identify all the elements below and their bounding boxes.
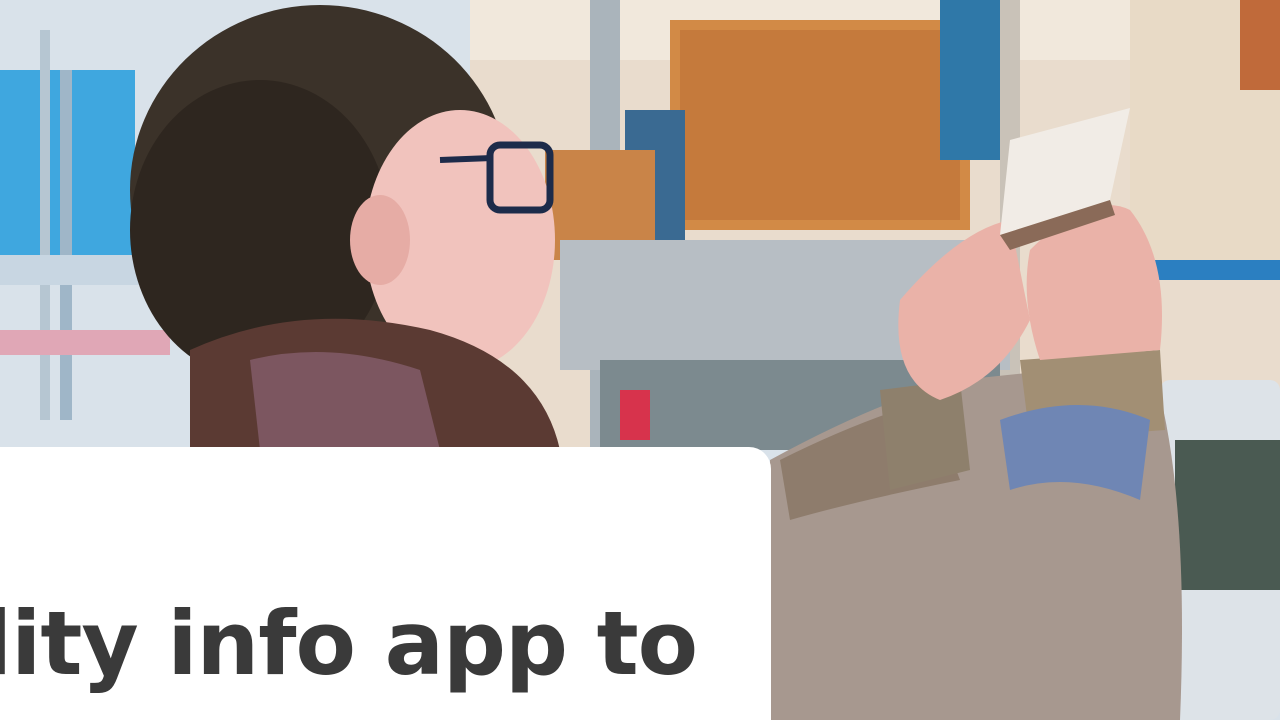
article-headline[interactable]: lity info app to — [0, 600, 698, 688]
